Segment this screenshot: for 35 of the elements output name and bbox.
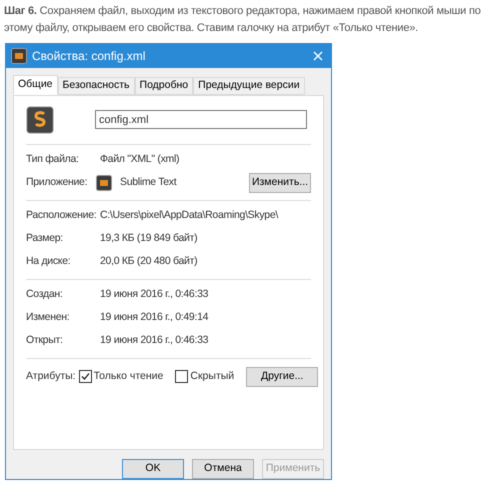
checkbox-label: Только чтение (94, 369, 164, 384)
file-icon (26, 106, 54, 134)
dialog-button[interactable]: Отмена (192, 459, 254, 479)
field-value: 20,0 КБ (20 480 байт) (100, 254, 198, 269)
field-value: 19 июня 2016 г., 0:46:33 (100, 333, 208, 348)
checkbox[interactable] (78, 370, 92, 384)
attributes-label: Атрибуты: (26, 369, 76, 384)
window-title: Свойства: config.xml (32, 48, 146, 65)
dialog-button[interactable]: Изменить... (249, 172, 311, 193)
field-label: Приложение: (26, 175, 88, 190)
app-icon (11, 48, 27, 64)
tab[interactable]: Общие (13, 74, 58, 95)
field-value: 19 июня 2016 г., 0:49:14 (100, 310, 208, 325)
field-value: C:\Users\pixel\AppData\Roaming\Skype\ (100, 208, 278, 223)
tab[interactable]: Безопасность (58, 76, 135, 95)
file-name-field[interactable]: config.xml (95, 110, 307, 130)
dialog-button[interactable]: OK (122, 459, 184, 479)
checkbox-label: Скрытый (190, 369, 234, 384)
field-value: 19,3 КБ (19 849 байт) (100, 231, 198, 246)
field-label: Тип файла: (26, 152, 80, 167)
tab[interactable]: Подробно (134, 76, 194, 95)
field-label: Расположение: (26, 208, 98, 223)
field-label: На диске: (26, 254, 72, 269)
field-value: 19 июня 2016 г., 0:46:33 (100, 287, 208, 302)
close-icon[interactable] (313, 50, 323, 61)
field-label: Размер: (26, 231, 64, 246)
tab[interactable]: Предыдущие версии (193, 76, 305, 95)
field-value: Файл "XML" (xml) (100, 152, 180, 167)
intro-paragraph: Шаг 6. Сохраняем файл, выходим из текстового редактора, нажимаем правой кнопкой мыши по этому файлу, открываем его свойства. Ставим галочку на атрибут «Только чтение». (3, 4, 482, 36)
field-value: Sublime Text (120, 175, 176, 190)
field-label: Создан: (26, 287, 64, 302)
checkbox[interactable] (175, 370, 188, 384)
field-label: Изменен: (26, 310, 70, 325)
dialog-button[interactable]: Другие... (246, 366, 318, 387)
field-label: Открыт: (26, 333, 64, 348)
